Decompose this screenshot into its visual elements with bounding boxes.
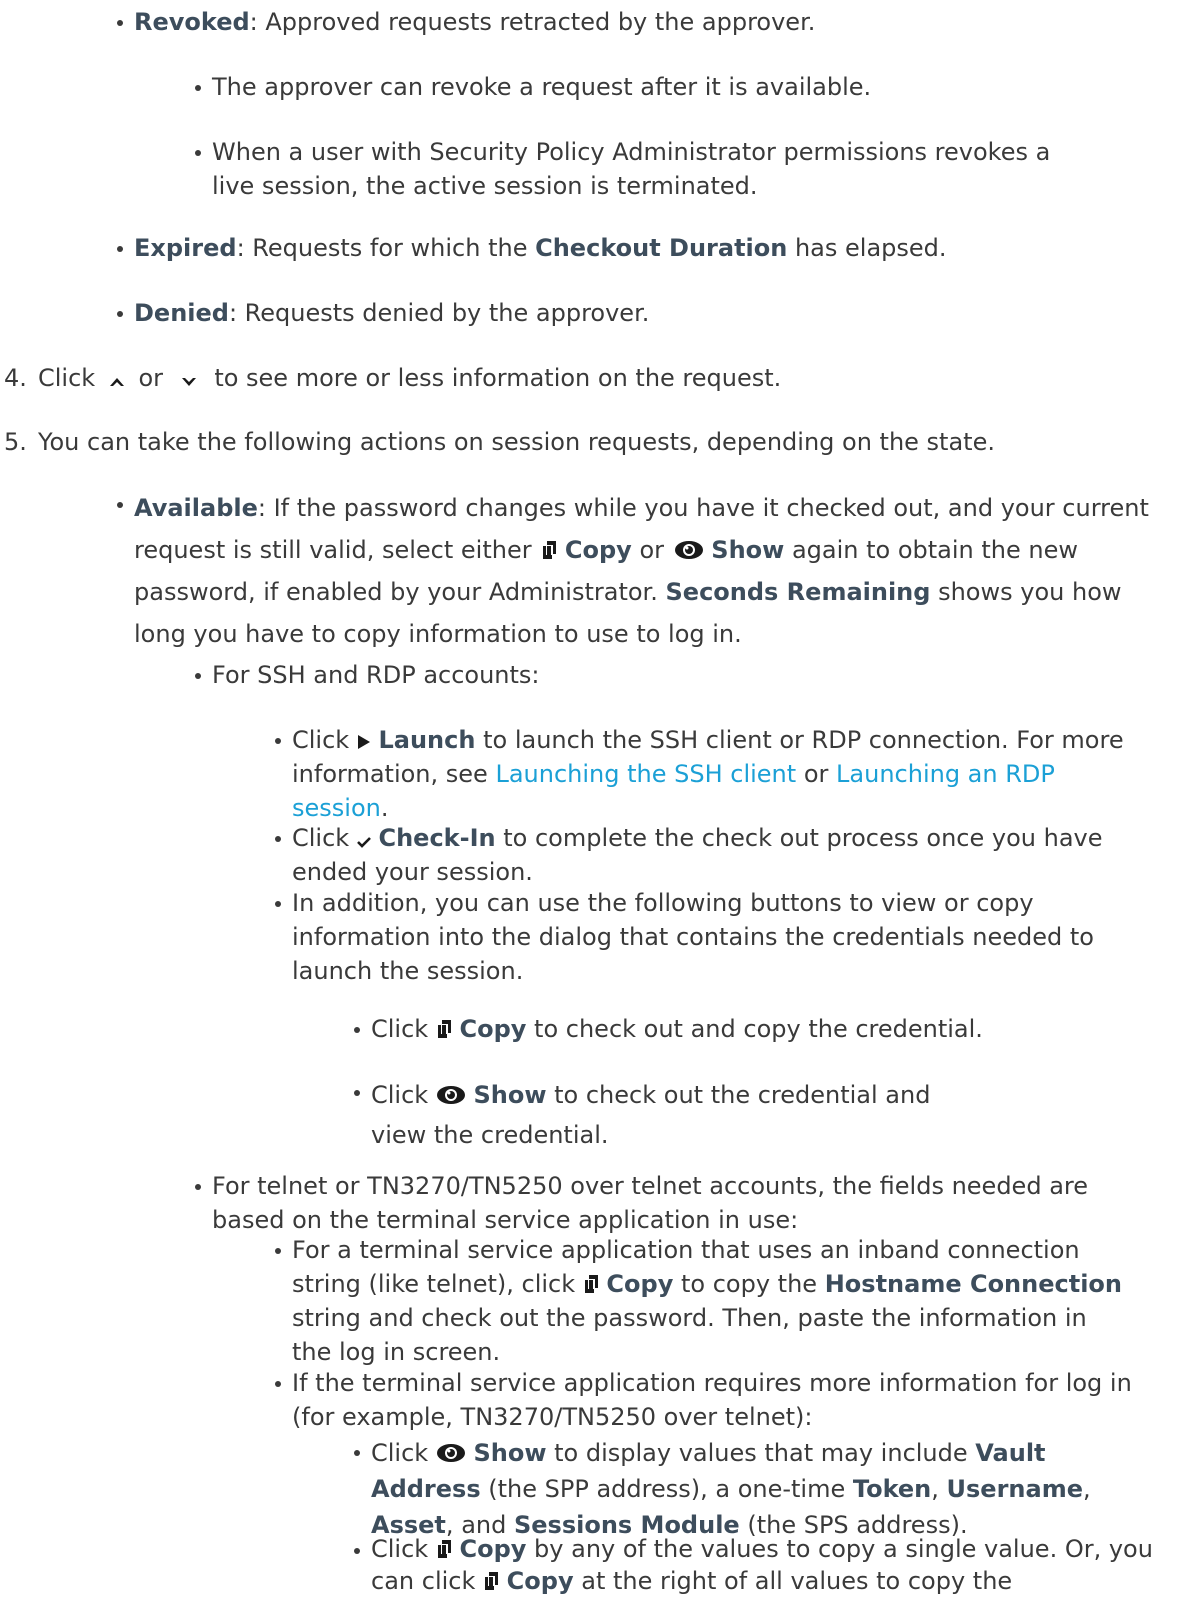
telnet-show-click: Click — [371, 1439, 429, 1467]
ssh-show-item: Click Show to check out the credential a… — [354, 1075, 971, 1155]
ssh-launch-item: Click Launch to launch the SSH client or… — [275, 723, 1142, 825]
inband-copy-label[interactable]: Copy — [606, 1270, 673, 1298]
launch-click: Click — [292, 726, 350, 754]
step-5-number: 5. — [4, 428, 27, 456]
inband-text-b: to copy the — [681, 1270, 818, 1298]
telnet-copy-all-label[interactable]: Copy — [507, 1567, 574, 1595]
eye-icon[interactable] — [674, 538, 704, 560]
ssh-show-click: Click — [371, 1081, 429, 1109]
launch-or: or — [803, 760, 829, 788]
available-copy-label[interactable]: Copy — [565, 536, 632, 564]
telnet-header-text: For telnet or TN3270/TN5250 over telnet … — [212, 1172, 1088, 1234]
state-available-label: Available — [134, 494, 258, 522]
ssh-copy-label[interactable]: Copy — [459, 1015, 526, 1043]
step-4: 4. Click or to see more or less informat… — [4, 361, 1158, 395]
username-term: Username — [946, 1475, 1083, 1503]
ssh-copy-item: Click Copy to check out and copy the cre… — [354, 1012, 1151, 1046]
step-4-number: 4. — [4, 364, 27, 392]
state-revoked-text: : Approved requests retracted by the app… — [249, 8, 816, 36]
telnet-show-item: Click Show to display values that may in… — [354, 1435, 1151, 1543]
available-or: or — [639, 536, 664, 564]
telnet-copy-text-b: at the right of all values to copy the — [581, 1567, 1013, 1595]
checkmark-icon[interactable] — [356, 836, 371, 848]
state-expired-label: Expired — [134, 234, 237, 262]
telnet-more-item: If the terminal service application requ… — [275, 1366, 1142, 1434]
state-denied-text: : Requests denied by the approver. — [228, 299, 650, 327]
step-5-text: You can take the following actions on se… — [38, 428, 995, 456]
seconds-remaining-term: Seconds Remaining — [665, 578, 931, 606]
step-4-or: or — [138, 364, 164, 392]
telnet-copy-label[interactable]: Copy — [459, 1535, 526, 1563]
revoked-sub-2-text: When a user with Security Policy Adminis… — [212, 138, 1051, 200]
telnet-show-label[interactable]: Show — [473, 1439, 546, 1467]
state-expired-text-b: has elapsed. — [787, 234, 947, 262]
state-revoked-item: Revoked: Approved requests retracted by … — [117, 5, 1134, 39]
copy-icon[interactable] — [483, 1571, 499, 1591]
step-5: 5. You can take the following actions on… — [4, 425, 1178, 459]
ssh-rdp-header: For SSH and RDP accounts: — [195, 658, 1152, 692]
copy-icon[interactable] — [583, 1274, 599, 1294]
token-term: Token — [852, 1475, 932, 1503]
telnet-header: For telnet or TN3270/TN5250 over telnet … — [195, 1169, 1162, 1237]
checkin-label[interactable]: Check-In — [378, 824, 495, 852]
available-show-label[interactable]: Show — [711, 536, 784, 564]
revoked-sub-1-text: The approver can revoke a request after … — [212, 73, 872, 101]
state-revoked-label: Revoked — [134, 8, 250, 36]
ssh-copy-text: to check out and copy the credential. — [534, 1015, 983, 1043]
addition-text: In addition, you can use the following b… — [292, 889, 1094, 985]
launch-label[interactable]: Launch — [378, 726, 475, 754]
telnet-show-text-a: to display values that may include — [554, 1439, 968, 1467]
ssh-show-label[interactable]: Show — [473, 1081, 546, 1109]
state-expired-text-a: : Requests for which the — [236, 234, 536, 262]
ssh-addition-item: In addition, you can use the following b… — [275, 886, 1142, 988]
copy-icon[interactable] — [436, 1539, 452, 1559]
state-denied-label: Denied — [134, 299, 229, 327]
telnet-copy-click: Click — [371, 1535, 429, 1563]
checkin-click: Click — [292, 824, 350, 852]
revoked-sub-1: The approver can revoke a request after … — [195, 70, 1152, 104]
more-text: If the terminal service application requ… — [292, 1369, 1132, 1431]
telnet-copy-item: Click Copy by any of the values to copy … — [354, 1533, 1161, 1597]
play-icon[interactable] — [357, 734, 371, 750]
ssh-checkin-item: Click Check-In to complete the check out… — [275, 821, 1132, 889]
state-expired-item: Expired: Requests for which the Checkout… — [117, 231, 1154, 265]
copy-icon[interactable] — [436, 1019, 452, 1039]
step-4-text: to see more or less information on the r… — [214, 364, 782, 392]
document-page: Revoked: Approved requests retracted by … — [0, 0, 1184, 1595]
telnet-show-text-b: (the SPP address), a one-time — [488, 1475, 846, 1503]
chevron-up-icon[interactable] — [109, 376, 125, 388]
checkout-duration-term: Checkout Duration — [535, 234, 788, 262]
launch-period: . — [380, 794, 389, 822]
step-4-click: Click — [38, 364, 96, 392]
telnet-inband-item: For a terminal service application that … — [275, 1233, 1132, 1369]
ssh-rdp-header-text: For SSH and RDP accounts: — [212, 661, 540, 689]
revoked-sub-2: When a user with Security Policy Adminis… — [195, 135, 1092, 203]
ssh-copy-click: Click — [371, 1015, 429, 1043]
inband-text-c: string and check out the password. Then,… — [292, 1304, 1087, 1366]
eye-icon[interactable] — [436, 1083, 466, 1105]
chevron-down-icon[interactable] — [181, 376, 197, 388]
state-available-item: Available: If the password changes while… — [117, 487, 1154, 655]
state-denied-item: Denied: Requests denied by the approver. — [117, 296, 1134, 330]
copy-icon[interactable] — [541, 540, 557, 560]
hostname-connection-term: Hostname Connection — [824, 1270, 1123, 1298]
eye-icon[interactable] — [436, 1441, 466, 1463]
link-launching-ssh-client[interactable]: Launching the SSH client — [495, 760, 796, 788]
